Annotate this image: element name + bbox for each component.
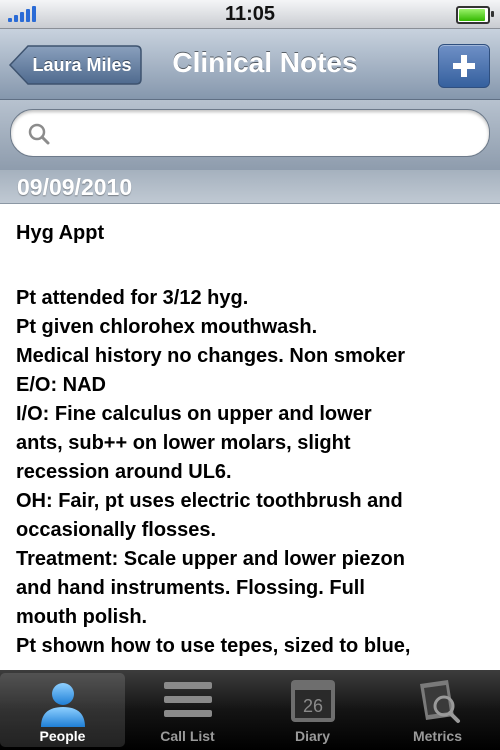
battery-icon	[456, 6, 494, 24]
back-button-label: Laura Miles	[32, 55, 132, 75]
search-icon	[28, 123, 50, 145]
note-line: Treatment: Scale upper and lower piezon	[16, 548, 405, 570]
search-input[interactable]	[59, 118, 473, 150]
note-line: and hand instruments. Flossing. Full	[16, 577, 365, 599]
note-line: I/O: Fine calculus on upper and lower	[16, 403, 372, 425]
person-icon	[40, 683, 85, 727]
note-line: E/O: NAD	[16, 374, 106, 396]
note-line: Pt shown how to use tepes, sized to blue…	[16, 635, 411, 657]
tab-label: Diary	[294, 728, 331, 744]
tab-label: Call List	[160, 728, 215, 744]
calendar-icon: 26	[290, 680, 335, 722]
add-note-button[interactable]	[438, 44, 490, 88]
search-bar	[0, 100, 500, 170]
note-line: OH: Fair, pt uses electric toothbrush an…	[16, 490, 403, 512]
page-title: Clinical Notes	[172, 47, 358, 78]
note-line: mouth polish.	[16, 606, 148, 628]
status-time: 11:05	[224, 3, 276, 25]
note-line: Pt attended for 3/12 hyg.	[16, 287, 249, 309]
tab-diary[interactable]: 26 Diary	[250, 670, 375, 750]
list-icon	[163, 682, 212, 717]
note-title: Hyg Appt	[16, 222, 105, 244]
status-bar: 11:05	[0, 0, 500, 29]
back-button[interactable]: Laura Miles	[8, 44, 142, 86]
note-date: 09/09/2010	[17, 174, 133, 200]
metrics-icon	[419, 680, 460, 723]
calendar-date: 26	[302, 696, 322, 716]
tab-label: Metrics	[412, 728, 463, 744]
note-line: Medical history no changes. Non smoker	[16, 345, 405, 367]
date-section-header: 09/09/2010	[0, 170, 500, 204]
tab-call-list[interactable]: Call List	[125, 670, 250, 750]
search-field[interactable]	[10, 109, 490, 157]
note-body: Pt attended for 3/12 hyg. Pt given chlor…	[16, 284, 491, 661]
note-line: occasionally flosses.	[16, 519, 217, 541]
tab-metrics[interactable]: Metrics	[375, 670, 500, 750]
tab-label: People	[39, 728, 86, 744]
clinical-note[interactable]: Hyg Appt Pt attended for 3/12 hyg. Pt gi…	[0, 204, 500, 670]
note-line: Pt given chlorohex mouthwash.	[16, 316, 318, 338]
note-line: recession around UL6.	[16, 461, 232, 483]
tab-bar: People Call List 26 Diary Metrics	[0, 670, 500, 750]
note-line: ants, sub++ on lower molars, slight	[16, 432, 351, 454]
tab-people[interactable]: People	[0, 673, 125, 747]
plus-icon	[453, 55, 475, 77]
navigation-bar: Laura Miles Clinical Notes	[0, 29, 500, 100]
